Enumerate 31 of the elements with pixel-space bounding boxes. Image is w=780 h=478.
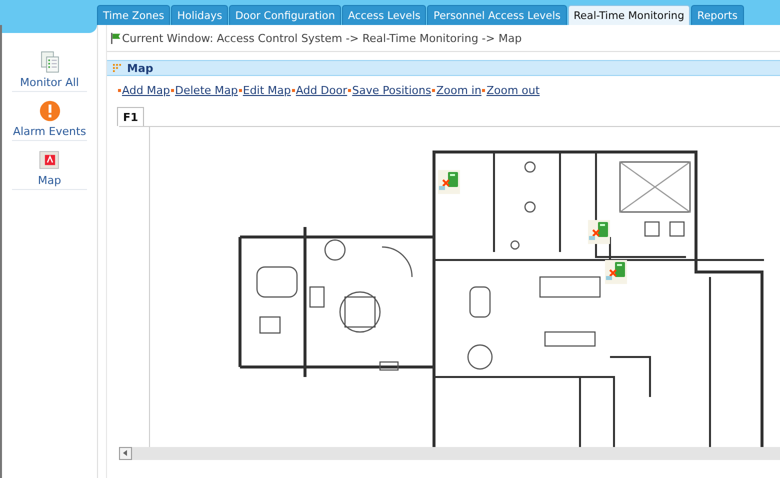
action-link[interactable]: Edit Map bbox=[242, 84, 291, 97]
action-link[interactable]: Add Door bbox=[296, 84, 348, 97]
nav-tab[interactable]: Real-Time Monitoring bbox=[568, 5, 690, 25]
bullet-icon bbox=[432, 89, 436, 92]
sidebar-link[interactable]: Monitor All bbox=[20, 76, 79, 89]
door-icon[interactable] bbox=[438, 170, 460, 194]
action-link[interactable]: Zoom out bbox=[486, 84, 540, 97]
map-icon[interactable] bbox=[38, 149, 60, 171]
scroll-left-icon[interactable] bbox=[119, 447, 132, 460]
alert-icon[interactable] bbox=[38, 100, 60, 122]
action-link[interactable]: Delete Map bbox=[175, 84, 238, 97]
bullet-icon bbox=[171, 89, 174, 92]
bullet-icon bbox=[292, 89, 295, 92]
action-link[interactable]: Zoom in bbox=[436, 84, 482, 97]
sidebar-link[interactable]: Map bbox=[38, 174, 62, 187]
sidebar-link[interactable]: Alarm Events bbox=[12, 125, 86, 138]
flag-icon bbox=[110, 32, 122, 44]
bullet-icon bbox=[118, 89, 121, 92]
panel-title: Map bbox=[127, 62, 154, 74]
bullet-icon bbox=[482, 89, 486, 92]
door-icon[interactable] bbox=[605, 260, 627, 284]
bullet-icon bbox=[238, 89, 242, 92]
bullet-icon bbox=[348, 89, 352, 92]
breadcrumb: Current Window: Access Control System -> Real-Time Monitoring -> Map bbox=[122, 32, 522, 44]
action-link[interactable]: Add Map bbox=[122, 84, 170, 97]
action-link[interactable]: Save Positions bbox=[352, 84, 432, 97]
grip-icon bbox=[113, 64, 121, 72]
door-icon[interactable] bbox=[588, 220, 610, 244]
documents-icon[interactable] bbox=[38, 51, 60, 73]
horizontal-scrollbar[interactable] bbox=[119, 447, 780, 460]
floor-tab[interactable]: F1 bbox=[117, 107, 144, 126]
